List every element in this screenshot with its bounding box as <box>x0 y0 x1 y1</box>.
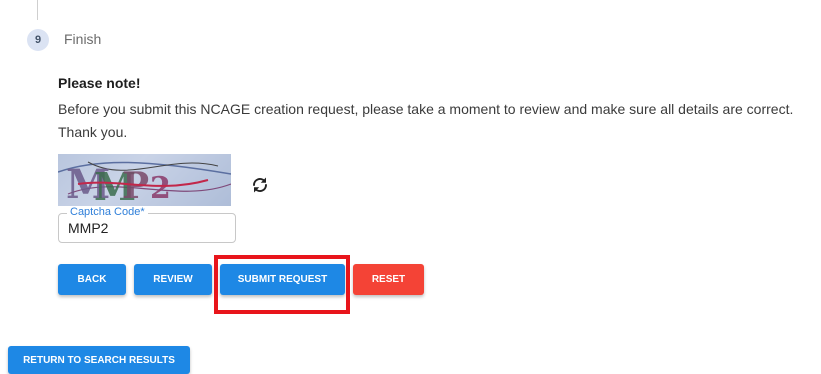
captcha-code-field[interactable]: Captcha Code* <box>58 206 236 243</box>
review-button[interactable]: REVIEW <box>134 264 212 295</box>
step-number-badge: 9 <box>27 29 49 51</box>
captcha-graphic: M M P 2 <box>58 161 231 206</box>
note-heading: Please note! <box>58 75 141 91</box>
svg-text:2: 2 <box>150 171 171 206</box>
refresh-icon[interactable] <box>251 176 269 194</box>
step-title: Finish <box>64 31 102 47</box>
captcha-image: M M P 2 <box>58 154 231 206</box>
return-to-search-results-button[interactable]: RETURN TO SEARCH RESULTS <box>8 346 190 374</box>
stepper-connector-line <box>37 0 38 20</box>
note-text: Before you submit this NCAGE creation re… <box>58 101 794 140</box>
submit-request-button[interactable]: SUBMIT REQUEST <box>220 264 345 295</box>
captcha-code-input[interactable] <box>68 220 228 236</box>
back-button[interactable]: BACK <box>58 264 126 295</box>
reset-button[interactable]: RESET <box>353 264 424 295</box>
captcha-code-label: Captcha Code* <box>67 206 148 218</box>
